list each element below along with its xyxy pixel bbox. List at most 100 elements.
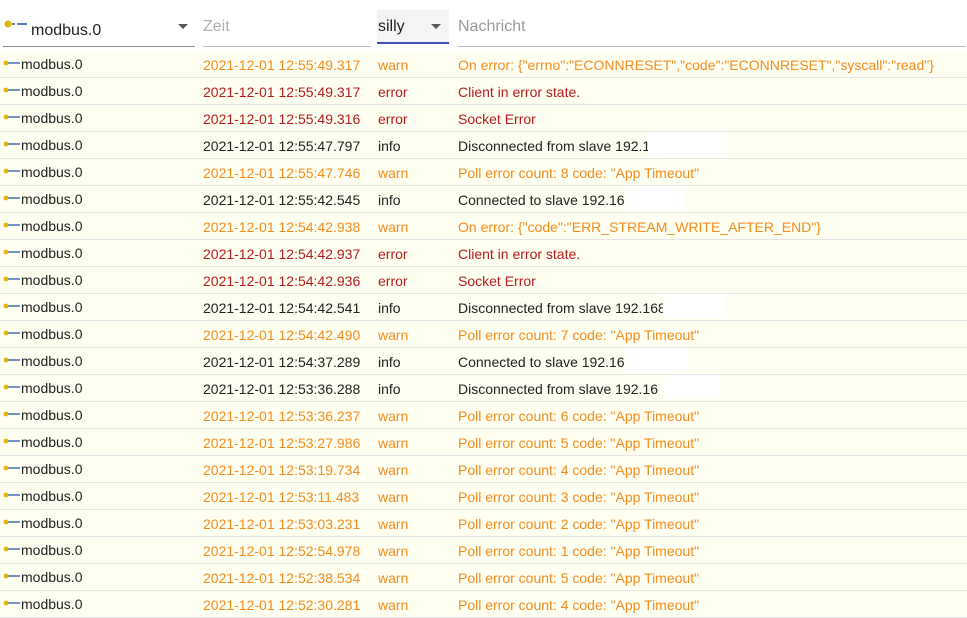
log-source-label: modbus.0 — [21, 434, 83, 450]
log-level: info — [378, 381, 401, 397]
log-message: Disconnected from slave 192.16 — [458, 138, 658, 154]
log-source: modbus.0 — [3, 164, 82, 180]
log-source: modbus.0 — [3, 272, 82, 288]
log-message: Client in error state. — [458, 246, 581, 262]
log-message: Connected to slave 192.16 — [458, 192, 625, 208]
log-source: modbus.0 — [3, 569, 82, 585]
redaction-block — [663, 294, 725, 318]
modbus-adapter-icon — [3, 194, 20, 202]
log-time: 2021-12-01 12:52:30.281 — [203, 597, 361, 613]
log-source-label: modbus.0 — [21, 488, 83, 504]
source-filter-value: modbus.0 — [31, 22, 102, 39]
log-message: Disconnected from slave 192.16 — [458, 381, 658, 397]
log-time: 2021-12-01 12:52:38.534 — [203, 570, 361, 586]
modbus-adapter-icon — [3, 275, 20, 283]
log-message: Poll error count: 3 code: "App Timeout" — [458, 489, 700, 505]
log-source: modbus.0 — [3, 542, 82, 558]
log-time: 2021-12-01 12:53:03.231 — [203, 516, 361, 532]
log-source-label: modbus.0 — [21, 515, 83, 531]
log-row: modbus.0 2021-12-01 12:55:47.746 warn Poll … — [0, 159, 967, 186]
log-level: error — [378, 273, 408, 289]
log-message: Poll error count: 8 code: "App Timeout" — [458, 165, 700, 181]
log-level: warn — [378, 543, 409, 559]
log-source: modbus.0 — [3, 326, 82, 342]
log-row: modbus.0 2021-12-01 12:53:36.237 warn Poll … — [0, 402, 967, 429]
chevron-down-icon[interactable] — [431, 24, 441, 29]
modbus-adapter-icon — [3, 572, 20, 580]
log-source: modbus.0 — [3, 137, 82, 153]
log-source-label: modbus.0 — [21, 461, 83, 477]
log-source-label: modbus.0 — [21, 569, 83, 585]
time-filter-input[interactable]: Zeit — [203, 10, 371, 47]
log-source-label: modbus.0 — [21, 137, 83, 153]
log-row: modbus.0 2021-12-01 12:55:49.317 warn On er… — [0, 51, 967, 78]
modbus-adapter-icon — [4, 19, 28, 29]
log-source: modbus.0 — [3, 596, 82, 612]
log-row: modbus.0 2021-12-01 12:52:38.534 warn Poll … — [0, 564, 967, 591]
log-source: modbus.0 — [3, 353, 82, 369]
log-row: modbus.0 2021-12-01 12:53:27.986 warn Poll … — [0, 429, 967, 456]
log-time: 2021-12-01 12:54:42.541 — [203, 300, 361, 316]
log-time: 2021-12-01 12:54:42.938 — [203, 219, 361, 235]
log-source-label: modbus.0 — [21, 299, 83, 315]
log-message: Client in error state. — [458, 84, 581, 100]
log-message: Poll error count: 5 code: "App Timeout" — [458, 570, 700, 586]
log-filter-bar: modbus.0 Zeit silly Nachricht — [0, 0, 967, 50]
modbus-adapter-icon — [3, 302, 20, 310]
modbus-adapter-icon — [3, 86, 20, 94]
log-message: Poll error count: 2 code: "App Timeout" — [458, 516, 700, 532]
source-filter-select[interactable]: modbus.0 — [3, 10, 195, 47]
modbus-adapter-icon — [3, 113, 20, 121]
log-message: Poll error count: 6 code: "App Timeout" — [458, 408, 700, 424]
log-row: modbus.0 2021-12-01 12:55:47.797 info Disco… — [0, 132, 967, 159]
log-row: modbus.0 2021-12-01 12:54:42.938 warn On er… — [0, 213, 967, 240]
log-level: warn — [378, 435, 409, 451]
log-message: Socket Error — [458, 273, 536, 289]
log-source: modbus.0 — [3, 56, 82, 72]
log-row: modbus.0 2021-12-01 12:54:42.937 error Clie… — [0, 240, 967, 267]
log-time: 2021-12-01 12:53:19.734 — [203, 462, 361, 478]
modbus-adapter-icon — [3, 518, 20, 526]
log-source: modbus.0 — [3, 380, 82, 396]
log-level: warn — [378, 219, 409, 235]
log-source: modbus.0 — [3, 434, 82, 450]
log-row: modbus.0 2021-12-01 12:53:19.734 warn Poll … — [0, 456, 967, 483]
log-row: modbus.0 2021-12-01 12:54:37.289 info Conne… — [0, 348, 967, 375]
log-row: modbus.0 2021-12-01 12:54:42.490 warn Poll … — [0, 321, 967, 348]
log-level: warn — [378, 165, 409, 181]
log-message: Poll error count: 7 code: "App Timeout" — [458, 327, 700, 343]
log-source-label: modbus.0 — [21, 407, 83, 423]
log-message: Disconnected from slave 192.168 — [458, 300, 666, 316]
level-filter-value: silly — [378, 18, 405, 35]
log-time: 2021-12-01 12:52:54.978 — [203, 543, 361, 559]
message-filter-input[interactable]: Nachricht — [458, 10, 966, 47]
level-filter-select[interactable]: silly — [377, 10, 449, 44]
log-level: warn — [378, 570, 409, 586]
log-source: modbus.0 — [3, 218, 82, 234]
log-time: 2021-12-01 12:54:42.937 — [203, 246, 361, 262]
log-source-label: modbus.0 — [21, 191, 83, 207]
log-source-label: modbus.0 — [21, 218, 83, 234]
modbus-adapter-icon — [3, 437, 20, 445]
log-level: warn — [378, 408, 409, 424]
log-source-label: modbus.0 — [21, 542, 83, 558]
log-level: warn — [378, 489, 409, 505]
log-row: modbus.0 2021-12-01 12:53:03.231 warn Poll … — [0, 510, 967, 537]
redaction-block — [663, 375, 719, 399]
chevron-down-icon[interactable] — [178, 24, 188, 29]
redaction-block — [648, 132, 726, 156]
log-level: info — [378, 354, 401, 370]
log-level: info — [378, 300, 401, 316]
modbus-adapter-icon — [3, 356, 20, 364]
log-time: 2021-12-01 12:55:49.316 — [203, 111, 361, 127]
log-source-label: modbus.0 — [21, 380, 83, 396]
log-source: modbus.0 — [3, 488, 82, 504]
log-level: warn — [378, 597, 409, 613]
log-row: modbus.0 2021-12-01 12:52:54.978 warn Poll … — [0, 537, 967, 564]
log-time: 2021-12-01 12:55:49.317 — [203, 84, 361, 100]
modbus-adapter-icon — [3, 410, 20, 418]
log-time: 2021-12-01 12:53:11.483 — [203, 489, 360, 505]
modbus-adapter-icon — [3, 248, 20, 256]
log-level: warn — [378, 327, 409, 343]
log-source: modbus.0 — [3, 461, 82, 477]
